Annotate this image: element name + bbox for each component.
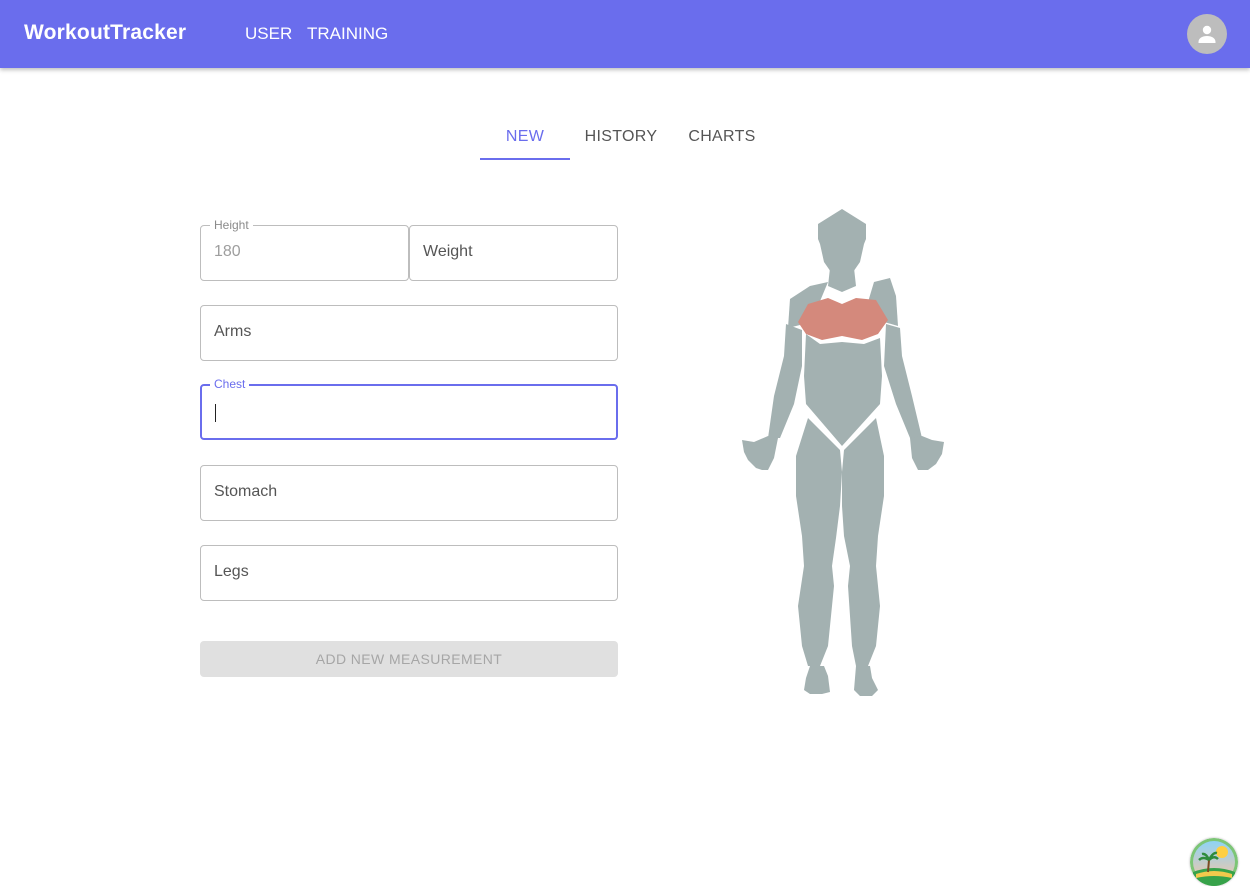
weight-placeholder: Weight [423, 243, 473, 260]
arms-field[interactable]: Arms [200, 305, 618, 361]
active-tab-indicator [480, 158, 570, 160]
island-badge[interactable] [1190, 838, 1238, 886]
nav-user-link[interactable]: USER [245, 24, 292, 44]
island-icon [1190, 838, 1238, 886]
body-foot-right [854, 666, 878, 696]
body-base [742, 209, 944, 696]
body-leg-right [842, 418, 884, 666]
body-arm-left [768, 324, 802, 438]
tab-history[interactable]: HISTORY [575, 116, 667, 160]
body-hand-right [910, 436, 944, 470]
body-foot-left [804, 666, 830, 694]
body-hand-left [742, 436, 778, 470]
body-arm-right [884, 324, 922, 438]
stomach-field[interactable]: Stomach [200, 465, 618, 521]
body-leg-left [796, 418, 842, 666]
legs-field[interactable]: Legs [200, 545, 618, 601]
body-head [818, 209, 866, 278]
stomach-placeholder: Stomach [214, 483, 278, 500]
height-value: 180 [214, 243, 241, 260]
user-avatar-icon [1198, 25, 1216, 43]
height-label: Height [210, 218, 253, 232]
nav-training-link[interactable]: TRAINING [307, 24, 388, 44]
app-bar: WorkoutTracker USER TRAINING [0, 0, 1250, 68]
add-measurement-button[interactable]: ADD NEW MEASUREMENT [200, 641, 618, 677]
app-brand[interactable]: WorkoutTracker [24, 21, 186, 45]
tab-new[interactable]: NEW [480, 116, 570, 160]
user-avatar-button[interactable] [1187, 14, 1227, 54]
chest-field[interactable]: Chest [200, 377, 618, 440]
chest-label: Chest [210, 377, 250, 391]
legs-placeholder: Legs [214, 563, 249, 580]
tab-charts[interactable]: CHARTS [677, 116, 767, 160]
height-field[interactable]: Height 180 [200, 218, 409, 281]
body-chest-highlight [798, 298, 888, 340]
text-caret [215, 404, 216, 422]
weight-field[interactable]: Weight [409, 225, 618, 281]
arms-placeholder: Arms [214, 323, 252, 340]
body-map [742, 209, 944, 696]
body-neck [828, 268, 856, 292]
